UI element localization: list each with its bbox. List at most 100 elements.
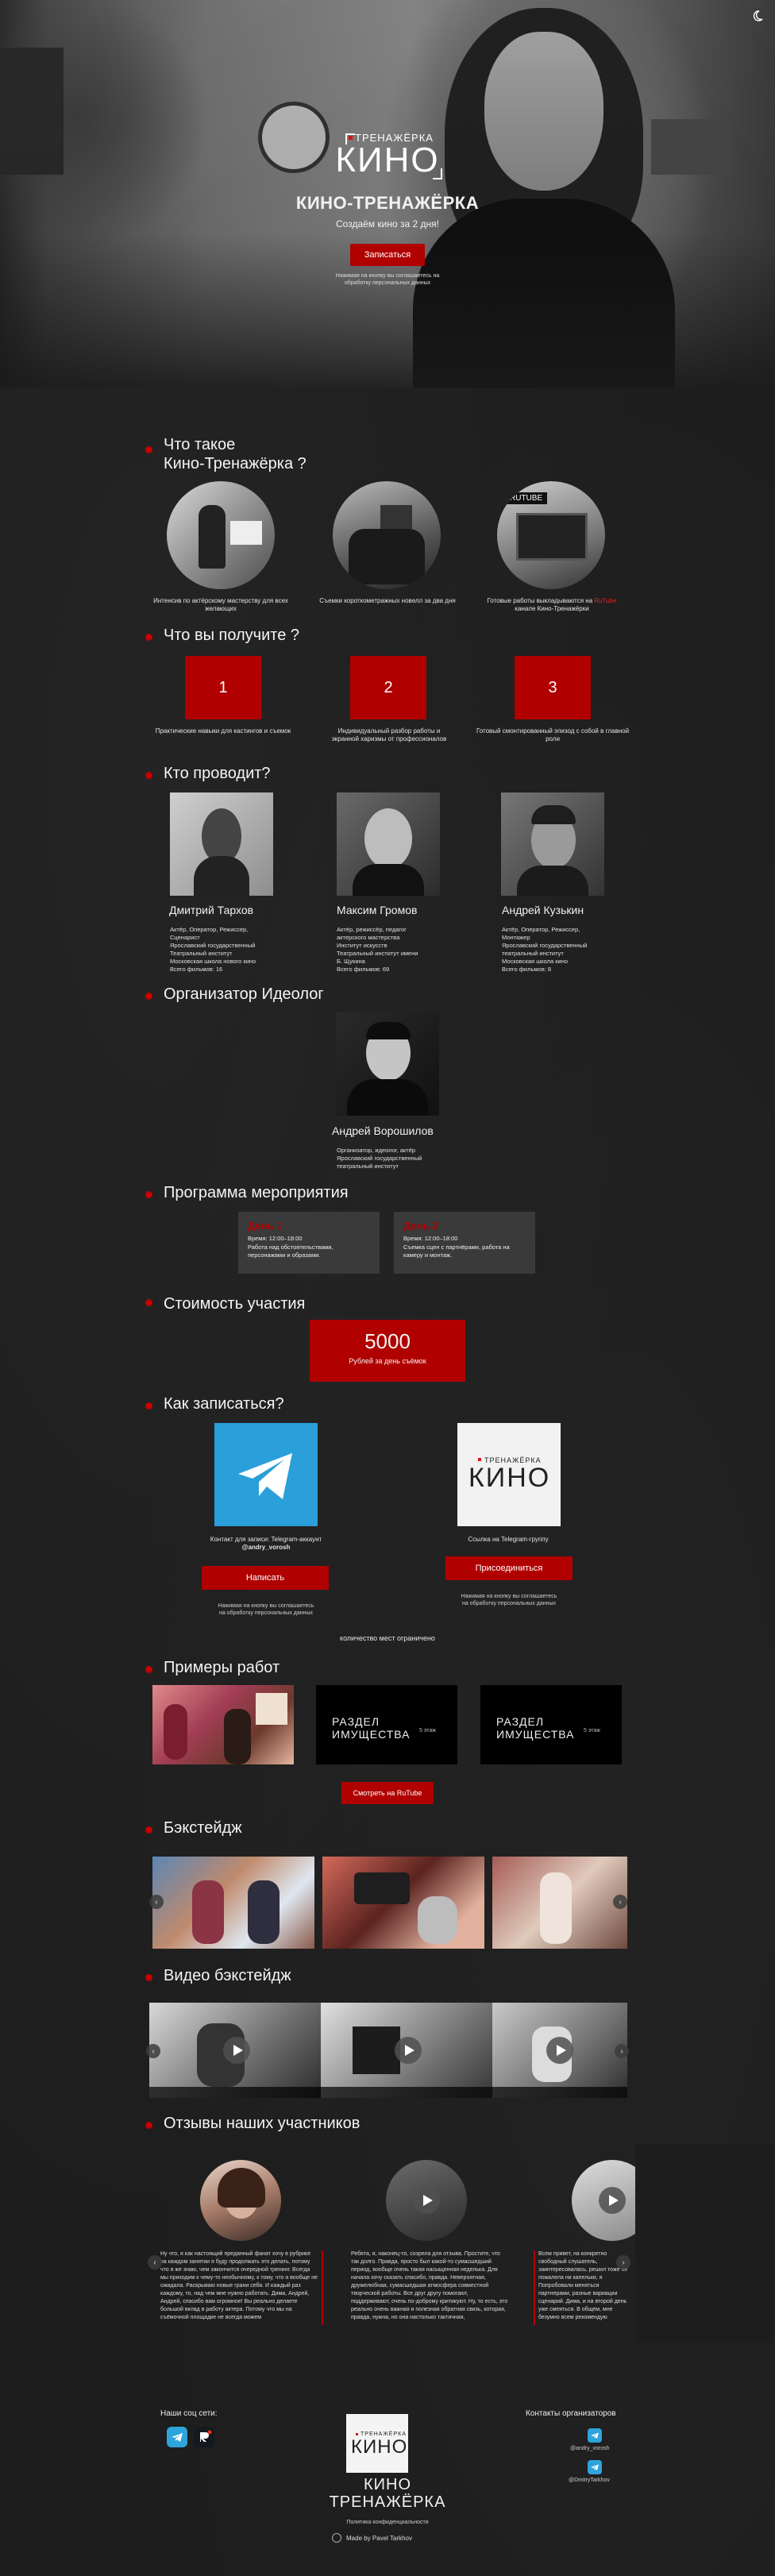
- host-description: Актёр, режиссёр, педагог актерского маст…: [337, 926, 456, 974]
- host-desc-line: театральный институт: [502, 950, 564, 957]
- theme-toggle[interactable]: [751, 10, 764, 22]
- program-text: Съемка сцен с партнёрами, работа на каме…: [403, 1244, 510, 1259]
- logo-title: КИНО: [351, 2436, 408, 2458]
- program-day: День 2: [403, 1220, 438, 1232]
- play-icon[interactable]: [599, 2187, 626, 2214]
- video-card[interactable]: [149, 2003, 324, 2098]
- review-avatar: [200, 2160, 281, 2241]
- logo-title: КИНО: [335, 141, 440, 179]
- section-title-price: Стоимость участия: [164, 1295, 306, 1313]
- benefit-number: 2: [350, 656, 426, 719]
- host-desc-line: Ярославский государственный: [502, 942, 588, 949]
- join-button[interactable]: Присоединиться: [445, 1556, 573, 1580]
- telegram-icon: [238, 1453, 292, 1499]
- logo-dot: [478, 1458, 481, 1461]
- video-card[interactable]: [492, 2003, 627, 2098]
- signup-button[interactable]: Записаться: [349, 244, 426, 266]
- section-bullet: [145, 1299, 152, 1306]
- about-caption: Готовые работы выкладываются на RuTube к…: [476, 597, 627, 613]
- write-button[interactable]: Написать: [202, 1566, 329, 1590]
- work-card[interactable]: РАЗДЕЛ ИМУЩЕСТВА 5 этаж: [316, 1685, 457, 1764]
- work-title: РАЗДЕЛ ИМУЩЕСТВА: [496, 1715, 575, 1741]
- section-bullet: [145, 634, 152, 641]
- host-photo: [170, 792, 273, 896]
- benefit-number: 3: [515, 656, 591, 719]
- host-desc-line: Театральный институт имени: [337, 950, 418, 957]
- telegram-social-link[interactable]: [167, 2427, 187, 2447]
- contact-telegram-link[interactable]: [588, 2460, 602, 2474]
- section-bullet: [145, 1402, 152, 1409]
- video-controls[interactable]: [492, 2087, 627, 2098]
- host-desc-line: Всего фильмов: 16: [170, 966, 223, 973]
- section-title-backstage: Бэкстейдж: [164, 1819, 242, 1837]
- contact-handle[interactable]: @andry_vorosh: [570, 2446, 610, 2451]
- backstage-photo: [322, 1857, 484, 1949]
- host-desc-line: Московская школа нового кино: [170, 958, 256, 965]
- play-icon[interactable]: [546, 2037, 573, 2064]
- organizer-desc-line: Организатор, идеолог, актёр: [337, 1147, 416, 1154]
- carousel-next[interactable]: ›: [616, 2255, 630, 2269]
- footer-logo: ТРЕНАЖЁРКА КИНО: [346, 2414, 408, 2473]
- host-desc-line: Актёр, режиссёр, педагог: [337, 926, 407, 933]
- host-desc-line: Московская школа кино: [502, 958, 569, 965]
- backstage-photo: [492, 1857, 627, 1949]
- section-bullet: [145, 446, 152, 453]
- price-box: 5000 Рублей за день съёмок: [310, 1320, 465, 1382]
- video-controls[interactable]: [149, 2087, 324, 2098]
- host-photo: [501, 792, 604, 896]
- contact-caption: Контакт для записи: Telegram-аккаунт @an…: [183, 1536, 349, 1552]
- about-caption-text: Готовые работы выкладываются на: [487, 597, 595, 604]
- benefit-caption: Индивидуальный разбор работы и экранной …: [331, 727, 447, 742]
- chevron-right-icon: ›: [622, 2258, 625, 2267]
- hero-logo: ТРЕНАЖЁРКА КИНО: [328, 132, 447, 179]
- play-icon[interactable]: [395, 2037, 422, 2064]
- host-name: Дмитрий Тархов: [169, 904, 254, 916]
- group-caption: Ссылка на Telegram-группу: [468, 1536, 549, 1543]
- carousel-prev[interactable]: ‹: [146, 2044, 160, 2058]
- backstage-photo: [152, 1857, 314, 1949]
- video-controls[interactable]: [321, 2087, 495, 2098]
- organizer-desc-line: Ярославский государственный: [337, 1155, 422, 1162]
- section-bullet: [145, 1826, 152, 1834]
- benefit-caption: Готовый смонтированный эпизод с собой в …: [476, 727, 630, 742]
- privacy-policy-link[interactable]: Политика конфиденциальности: [308, 2519, 467, 2526]
- rutube-link[interactable]: RuTube: [594, 597, 616, 604]
- chevron-right-icon: ›: [620, 2046, 623, 2056]
- chevron-left-icon: ‹: [155, 1897, 158, 1907]
- contact-handle[interactable]: @DmitryTarkhov: [569, 2478, 610, 2483]
- host-desc-line: Ярославский государственный: [170, 942, 256, 949]
- section-bullet: [145, 1191, 152, 1198]
- rutube-social-link[interactable]: [194, 2427, 214, 2447]
- work-card[interactable]: [152, 1685, 294, 1764]
- review-avatar: [386, 2160, 467, 2241]
- about-image-acting: [167, 481, 275, 589]
- section-bullet: [145, 993, 152, 1000]
- work-card[interactable]: РАЗДЕЛ ИМУЩЕСТВА 5 этаж: [480, 1685, 622, 1764]
- hero-content: ТРЕНАЖЁРКА КИНО КИНО-ТРЕНАЖЁРКА Создаём …: [0, 132, 775, 287]
- section-title-signup: Как записаться?: [164, 1395, 284, 1413]
- program-time: Время: 12:00–18:00: [403, 1235, 458, 1242]
- carousel-next[interactable]: ›: [613, 1895, 627, 1909]
- play-icon[interactable]: [223, 2037, 250, 2064]
- carousel-prev[interactable]: ‹: [148, 2255, 162, 2269]
- telegram-icon: [172, 2433, 183, 2442]
- rutube-button[interactable]: Смотреть на RuTube: [341, 1782, 434, 1804]
- social-title: Наши соц сети:: [160, 2409, 218, 2418]
- host-description: Актёр, Оператор, Режиссер, Монтажер Ярос…: [502, 926, 621, 974]
- footer-brand-line: КИНО: [363, 2476, 412, 2493]
- host-desc-line: Институт искусств: [337, 942, 388, 949]
- carousel-prev[interactable]: ‹: [149, 1895, 164, 1909]
- video-card[interactable]: [321, 2003, 495, 2098]
- about-caption: Съемки короткометражных новелл за два дн…: [319, 597, 456, 604]
- benefit-caption: Практические навыки для кастингов и съем…: [155, 727, 291, 735]
- price-label: Рублей за день съёмок: [349, 1357, 426, 1365]
- organizer-description: Организатор, идеолог, актёр Ярославский …: [337, 1147, 456, 1170]
- carousel-next[interactable]: ›: [615, 2044, 629, 2058]
- contact-telegram-link[interactable]: [588, 2428, 602, 2443]
- host-photo: [337, 792, 440, 896]
- section-title-hosts: Кто проводит?: [164, 765, 271, 782]
- logo-dot: [349, 136, 353, 140]
- play-icon[interactable]: [413, 2187, 440, 2214]
- review-divider: [322, 2250, 323, 2325]
- about-caption-text: канале Кино-Тренажёрки: [515, 605, 589, 612]
